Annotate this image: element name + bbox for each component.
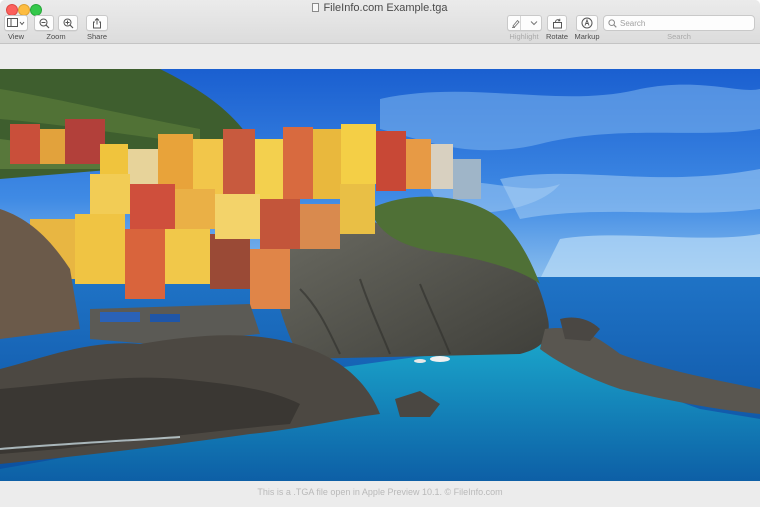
search-field[interactable] — [603, 15, 755, 31]
rotate-button[interactable] — [547, 15, 567, 31]
window-title: FileInfo.com Example.tga — [0, 2, 760, 14]
zoom-out-button[interactable] — [34, 15, 54, 31]
sidebar-icon — [7, 18, 25, 27]
highlight-button[interactable] — [507, 15, 542, 31]
markup-label: Markup — [574, 32, 600, 41]
zoom-in-icon — [63, 18, 73, 28]
markup-button[interactable] — [576, 15, 598, 31]
search-icon — [608, 18, 617, 28]
image-caption: This is a .TGA file open in Apple Previe… — [257, 487, 503, 497]
highlight-label: Highlight — [509, 32, 539, 41]
coastal-village-photo — [0, 69, 760, 481]
view-button[interactable] — [4, 15, 28, 31]
highlight-divider — [520, 16, 521, 30]
share-icon — [93, 17, 101, 28]
rotate-label: Rotate — [545, 32, 569, 41]
search-label: Search — [667, 32, 691, 41]
search-input[interactable] — [620, 18, 750, 28]
window-title-text: FileInfo.com Example.tga — [323, 2, 448, 14]
view-label: View — [7, 32, 25, 41]
share-label: Share — [86, 32, 107, 41]
zoom-in-button[interactable] — [58, 15, 78, 31]
share-button[interactable] — [86, 15, 108, 31]
chevron-down-icon[interactable] — [530, 20, 538, 26]
toolbar: FileInfo.com Example.tga View Zoom Share… — [0, 0, 760, 44]
zoom-label: Zoom — [46, 32, 66, 41]
preview-window: FileInfo.com Example.tga View Zoom Share… — [0, 0, 760, 507]
tga-image — [0, 69, 760, 481]
rotate-icon — [552, 18, 562, 28]
markup-icon — [581, 17, 593, 29]
zoom-out-icon — [39, 18, 49, 28]
document-icon — [312, 3, 320, 12]
document-canvas: This is a .TGA file open in Apple Previe… — [0, 45, 760, 507]
